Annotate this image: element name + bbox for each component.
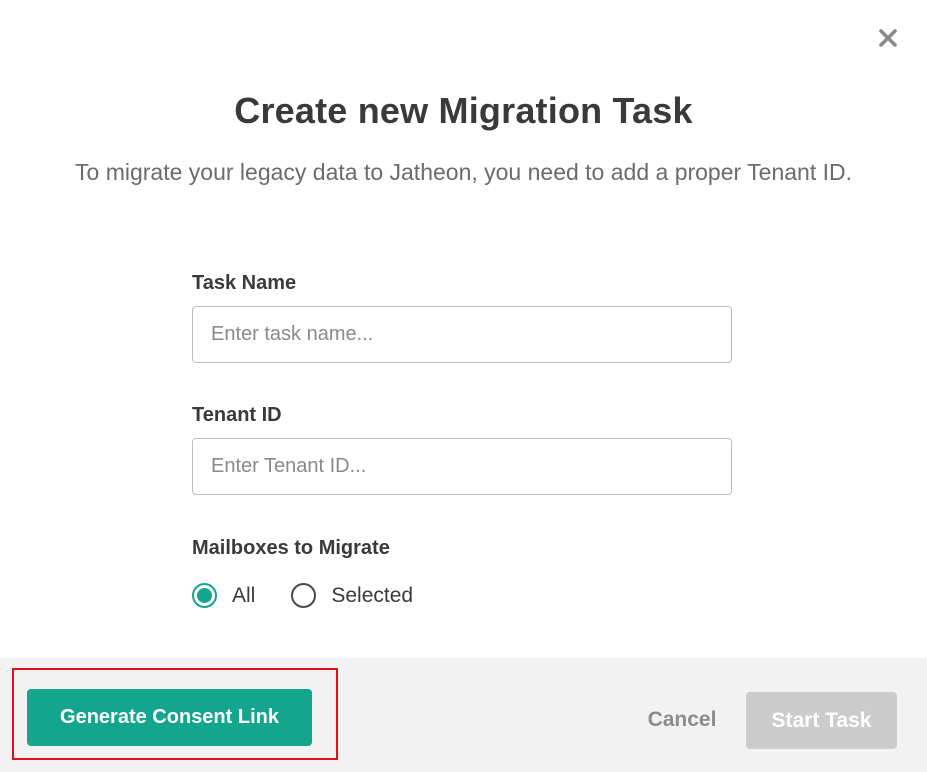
radio-option-all[interactable]: All xyxy=(192,583,255,608)
mailboxes-radio-group: All Selected xyxy=(192,583,413,608)
start-task-button[interactable]: Start Task xyxy=(746,692,897,749)
radio-all[interactable] xyxy=(192,583,217,608)
migration-task-dialog: Create new Migration Task To migrate you… xyxy=(0,0,927,772)
radio-all-label: All xyxy=(232,583,256,607)
mailboxes-label: Mailboxes to Migrate xyxy=(192,537,390,559)
tenant-id-label: Tenant ID xyxy=(192,404,282,426)
task-name-input[interactable] xyxy=(192,306,732,363)
dialog-title: Create new Migration Task xyxy=(234,90,693,131)
radio-selected[interactable] xyxy=(291,583,317,608)
radio-option-selected[interactable]: Selected xyxy=(291,583,413,608)
task-name-label: Task Name xyxy=(192,272,297,294)
dialog-subtitle: To migrate your legacy data to Jatheon, … xyxy=(75,159,852,185)
radio-selected-label: Selected xyxy=(331,583,414,607)
generate-consent-link-button[interactable]: Generate Consent Link xyxy=(27,689,312,746)
close-button[interactable] xyxy=(872,22,904,54)
cancel-button[interactable]: Cancel xyxy=(632,694,732,746)
radio-selected-dot xyxy=(197,588,212,603)
tenant-id-input[interactable] xyxy=(192,438,732,495)
close-icon xyxy=(879,29,897,47)
